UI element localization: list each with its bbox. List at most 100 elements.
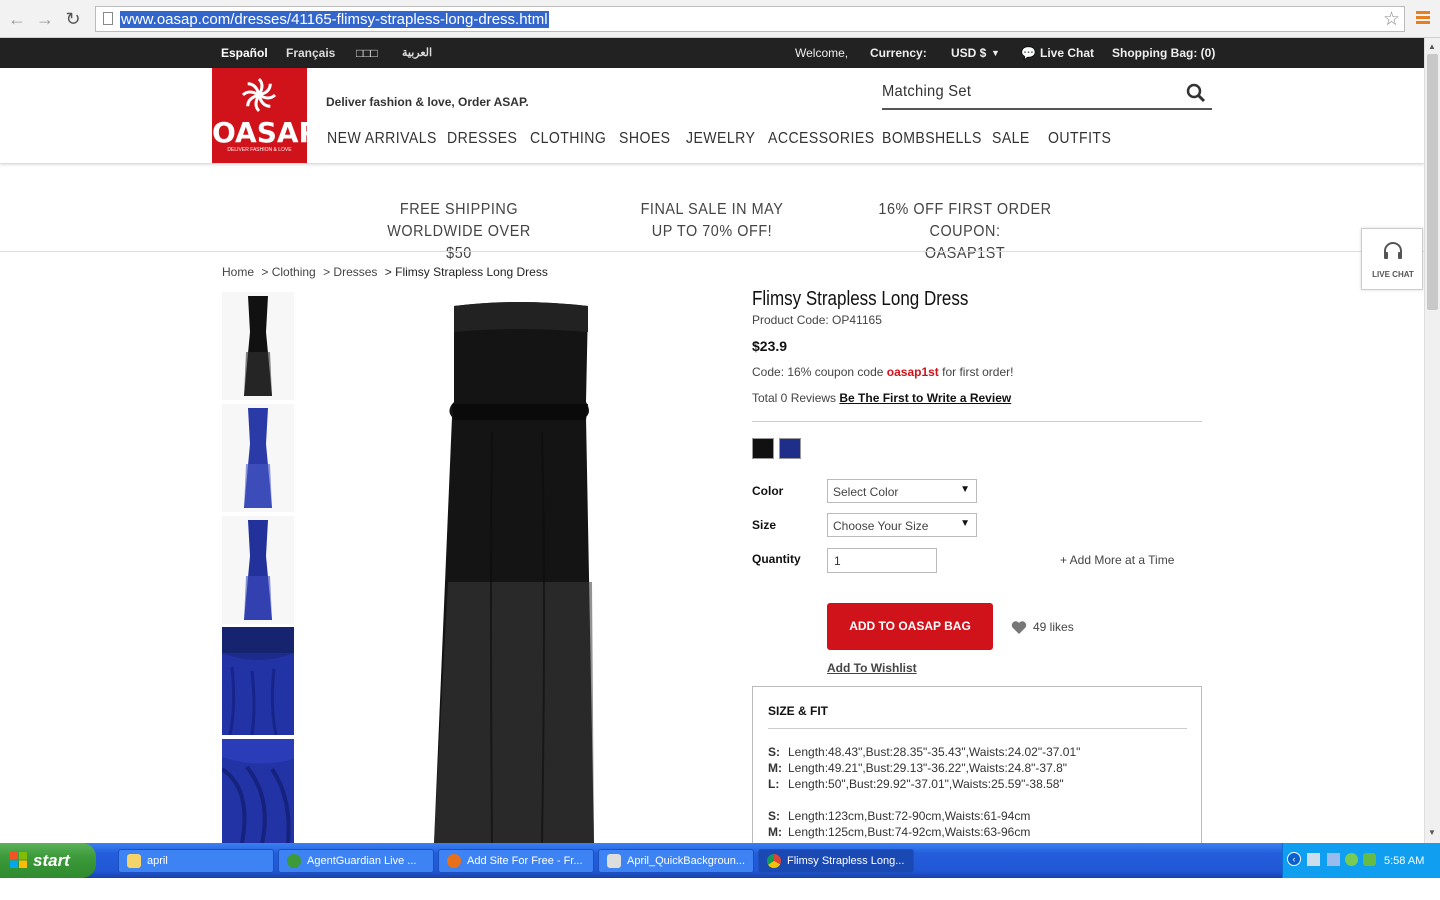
promo-line1: FINAL SALE IN MAY bbox=[640, 201, 784, 218]
reload-icon[interactable]: ↻ bbox=[62, 8, 84, 30]
promo-line2: UP TO 70% OFF! bbox=[651, 223, 773, 240]
breadcrumb-home[interactable]: Home bbox=[222, 265, 254, 279]
quantity-input[interactable]: 1 bbox=[827, 548, 937, 573]
url-text[interactable]: www.oasap.com/dresses/41165-flimsy-strap… bbox=[120, 11, 549, 28]
nav-accessories[interactable]: ACCESSORIES bbox=[768, 130, 875, 148]
network-icon[interactable] bbox=[1307, 853, 1320, 866]
size-select[interactable]: Choose Your Size ▼ bbox=[827, 513, 977, 537]
product-code: Product Code: OP41165 bbox=[752, 313, 882, 327]
start-button[interactable]: start bbox=[0, 843, 96, 878]
promo-line1: 16% OFF FIRST ORDER COUPON: bbox=[878, 201, 1052, 240]
black-strapless-dress-image bbox=[434, 302, 594, 844]
clock: 5:58 AM bbox=[1384, 855, 1425, 867]
reviews-text: Total 0 Reviews Be The First to Write a … bbox=[752, 391, 1011, 405]
promo-free-shipping[interactable]: FREE SHIPPING WORLDWIDE OVER $50 bbox=[374, 199, 545, 265]
task-agentguardian[interactable]: AgentGuardian Live ... bbox=[278, 849, 434, 873]
security-icon[interactable] bbox=[1345, 853, 1358, 866]
browser-menu-icon[interactable] bbox=[1416, 11, 1430, 26]
write-review-link[interactable]: Be The First to Write a Review bbox=[839, 391, 1011, 405]
thumbnail-black-dress[interactable] bbox=[222, 292, 294, 400]
color-select[interactable]: Select Color ▼ bbox=[827, 479, 977, 503]
nav-clothing[interactable]: CLOTHING bbox=[530, 130, 606, 148]
color-select-value: Select Color bbox=[833, 485, 899, 499]
promo-line1: FREE SHIPPING bbox=[399, 201, 519, 218]
lang-chinese[interactable]: □□□ bbox=[356, 46, 378, 60]
side-live-chat-button[interactable]: LIVE CHAT bbox=[1361, 228, 1423, 290]
live-chat-link[interactable]: Live Chat bbox=[1040, 46, 1094, 60]
task-april-folder[interactable]: april bbox=[118, 849, 274, 873]
nav-outfits[interactable]: OUTFITS bbox=[1048, 130, 1111, 148]
system-tray: ‹ 5:58 AM bbox=[1282, 843, 1440, 878]
dropdown-arrow-icon: ▼ bbox=[960, 518, 970, 529]
chevron-down-icon[interactable]: ▼ bbox=[991, 48, 1000, 58]
thumbnail-blue-dress-2[interactable] bbox=[222, 516, 294, 624]
lang-arabic[interactable]: العربية bbox=[402, 46, 432, 59]
bookmark-star-icon[interactable]: ☆ bbox=[1383, 8, 1400, 31]
divider bbox=[768, 728, 1187, 729]
oasap-logo[interactable]: OASAP DELIVER FASHION & LOVE bbox=[212, 68, 320, 163]
fabric-detail-image bbox=[220, 739, 294, 844]
windows-logo-icon bbox=[10, 852, 27, 868]
currency-label: Currency: bbox=[870, 46, 927, 60]
address-bar[interactable]: www.oasap.com/dresses/41165-flimsy-strap… bbox=[95, 6, 1405, 32]
task-quickbackground[interactable]: April_QuickBackgroun... bbox=[598, 849, 754, 873]
scroll-down-icon[interactable]: ▼ bbox=[1428, 828, 1436, 837]
logo-wordmark: OASAP bbox=[212, 116, 320, 149]
promo-coupon[interactable]: 16% OFF FIRST ORDER COUPON: OASAP1ST bbox=[857, 199, 1073, 265]
breadcrumb-dresses[interactable]: > Dresses bbox=[323, 265, 377, 279]
breadcrumb-clothing[interactable]: > Clothing bbox=[261, 265, 315, 279]
scroll-thumb[interactable] bbox=[1427, 54, 1438, 310]
nav-new-arrivals[interactable]: NEW ARRIVALS bbox=[327, 130, 437, 148]
shopping-bag-link[interactable]: Shopping Bag: (0) bbox=[1112, 46, 1215, 60]
reviews-count: Total 0 Reviews bbox=[752, 391, 840, 405]
start-label: start bbox=[33, 851, 70, 870]
swatch-blue[interactable] bbox=[779, 438, 801, 459]
currency-selector[interactable]: USD $ bbox=[951, 46, 986, 60]
search-box bbox=[882, 81, 1212, 110]
lang-spanish[interactable]: Español bbox=[221, 46, 268, 60]
chrome-icon bbox=[767, 854, 781, 868]
add-more-link[interactable]: + Add More at a Time bbox=[1060, 553, 1174, 567]
welcome-text: Welcome, bbox=[795, 46, 849, 60]
page-scrollbar[interactable]: ▲ ▼ bbox=[1424, 38, 1440, 843]
promo-line2: WORLDWIDE OVER $50 bbox=[387, 223, 531, 262]
thumbnail-blue-dress-1[interactable] bbox=[222, 404, 294, 512]
firefox-icon bbox=[447, 854, 461, 868]
tray-app-icon[interactable] bbox=[1327, 853, 1340, 866]
forward-arrow-icon[interactable]: → bbox=[34, 8, 56, 30]
scroll-up-icon[interactable]: ▲ bbox=[1428, 42, 1436, 51]
nav-sale[interactable]: SALE bbox=[992, 130, 1030, 148]
size-fit-title: SIZE & FIT bbox=[768, 704, 828, 718]
size-row-cm: S: Length:123cm,Bust:72-90cm,Waists:61-94… bbox=[768, 809, 1031, 823]
nav-shoes[interactable]: SHOES bbox=[619, 130, 670, 148]
add-to-wishlist-link[interactable]: Add To Wishlist bbox=[827, 661, 917, 675]
thumbnail-detail-2[interactable] bbox=[220, 739, 294, 844]
search-icon[interactable] bbox=[1186, 83, 1206, 103]
thumbnail-detail-1[interactable] bbox=[222, 627, 294, 736]
update-icon[interactable] bbox=[1363, 853, 1376, 866]
nav-bombshells[interactable]: BOMBSHELLS bbox=[882, 130, 982, 148]
heart-icon[interactable] bbox=[1011, 620, 1027, 635]
page-icon bbox=[103, 12, 113, 25]
dropdown-arrow-icon: ▼ bbox=[960, 484, 970, 495]
nav-dresses[interactable]: DRESSES bbox=[447, 130, 517, 148]
promo-final-sale[interactable]: FINAL SALE IN MAY UP TO 70% OFF! bbox=[627, 199, 798, 243]
chat-bubble-icon: 💬 bbox=[1021, 46, 1036, 60]
coupon-suffix: for first order! bbox=[938, 365, 1014, 379]
product-title: Flimsy Strapless Long Dress bbox=[752, 288, 969, 310]
main-product-image[interactable] bbox=[342, 292, 694, 844]
dress-thumbnail-image bbox=[244, 520, 272, 620]
side-chat-label: LIVE CHAT bbox=[1372, 270, 1414, 279]
lang-french[interactable]: Français bbox=[286, 46, 335, 60]
back-arrow-icon[interactable]: ← bbox=[6, 8, 28, 30]
swatch-black[interactable] bbox=[752, 438, 774, 459]
nav-jewelry[interactable]: JEWELRY bbox=[686, 130, 755, 148]
task-chrome-active[interactable]: Flimsy Strapless Long... bbox=[758, 849, 914, 873]
add-to-bag-button[interactable]: ADD TO OASAP BAG bbox=[827, 603, 993, 650]
divider bbox=[0, 251, 1424, 252]
search-input[interactable] bbox=[882, 83, 1149, 101]
tagline: Deliver fashion & love, Order ASAP. bbox=[326, 95, 529, 109]
size-row-cm: M: Length:125cm,Bust:74-92cm,Waists:63-96… bbox=[768, 825, 1031, 839]
tray-expand-icon[interactable]: ‹ bbox=[1287, 852, 1301, 866]
task-firefox[interactable]: Add Site For Free - Fr... bbox=[438, 849, 594, 873]
